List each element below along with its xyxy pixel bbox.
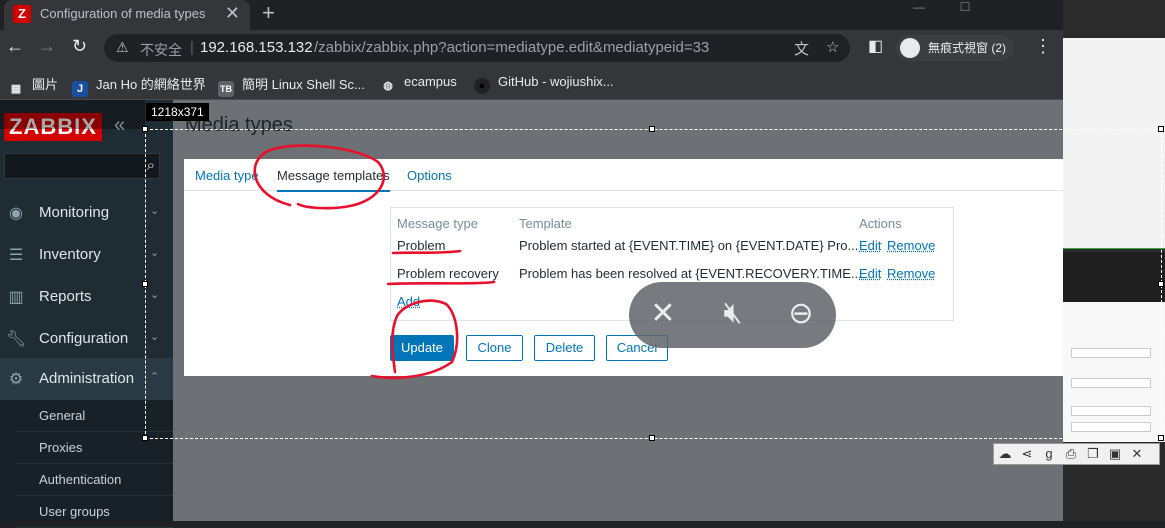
incognito-icon (900, 38, 920, 58)
snipping-toolbar: ☁ ⋖ g ⎙ ❐ ▣ ✕ (993, 443, 1160, 465)
browser-tab-bar: Z Configuration of media types ✕ + — ☐ (0, 0, 1063, 30)
unpin-icon[interactable]: ✕ (643, 296, 683, 331)
resize-handle[interactable] (1158, 126, 1164, 132)
menu-label: Inventory (39, 246, 101, 263)
bookmark-label: 圖片 (32, 77, 59, 92)
insecure-label: 不安全 (140, 42, 182, 58)
close-icon[interactable]: ✕ (1126, 444, 1148, 464)
github-icon: ● (474, 78, 490, 94)
bookmark-label: GitHub - wojiushix... (498, 74, 614, 89)
bookmark-item[interactable]: J Jan Ho 的網絡世界 (72, 74, 206, 97)
eye-icon: ◉ (9, 205, 23, 222)
chart-icon: ▥ (8, 289, 24, 306)
zabbix-favicon-icon: Z (13, 5, 31, 23)
reload-icon[interactable]: ↻ (72, 36, 87, 57)
maximize-icon[interactable]: ☐ (942, 0, 988, 14)
mute-icon[interactable]: 🔇︎ (713, 296, 753, 330)
url-path: /zabbix/zabbix.php?action=mediatype.edit… (314, 39, 710, 56)
menu-label: Reports (39, 288, 92, 305)
sidebar-search-input[interactable]: ⌕ (4, 153, 160, 179)
grid-icon: ▦ (10, 83, 22, 95)
wrench-icon: 🔧︎ (6, 331, 27, 348)
menu-label: Monitoring (39, 204, 110, 221)
resize-handle[interactable] (142, 126, 148, 132)
resize-handle[interactable] (649, 435, 655, 441)
tab-title: Configuration of media types (40, 6, 206, 21)
bookmark-item[interactable]: ◍ ecampus (380, 74, 457, 94)
print-icon[interactable]: ⎙ (1060, 444, 1082, 464)
tb-site-icon: TB (218, 81, 234, 97)
separator: | (190, 39, 194, 56)
bookmark-star-icon[interactable]: ☆ (826, 38, 839, 56)
bookmark-item[interactable]: ● GitHub - wojiushix... (474, 74, 614, 94)
back-icon[interactable]: ← (6, 36, 24, 57)
translate-icon[interactable]: 文 (794, 38, 809, 59)
window-controls: — ☐ (896, 0, 1056, 14)
resize-handle[interactable] (649, 126, 655, 132)
bookmark-label: 簡明 Linux Shell Sc... (242, 77, 365, 92)
minimize-icon[interactable]: — (896, 0, 942, 14)
resize-handle[interactable] (1158, 281, 1164, 287)
browser-tab[interactable]: Z Configuration of media types ✕ (4, 0, 250, 30)
cloud-upload-icon[interactable]: ☁ (994, 444, 1016, 464)
media-control-pill: ✕ 🔇︎ ⊖ (629, 282, 836, 348)
google-icon[interactable]: g (1038, 444, 1060, 464)
bookmarks-bar: ▦ 圖片 J Jan Ho 的網絡世界 TB 簡明 Linux Shell Sc...… (0, 66, 1063, 100)
menu-kebab-icon[interactable]: ⋮ (1034, 36, 1052, 57)
resize-handle[interactable] (142, 435, 148, 441)
list-icon: ☰ (8, 247, 24, 264)
menu-label: Configuration (39, 330, 129, 347)
submenu-user-groups[interactable]: User groups (15, 496, 173, 528)
url-host: 192.168.153.132 (200, 39, 313, 56)
incognito-badge[interactable]: 無痕式視窗 (2) (896, 35, 1015, 61)
save-icon[interactable]: ▣ (1104, 444, 1126, 464)
warning-icon: ⚠ (116, 39, 129, 55)
bookmark-label: Jan Ho 的網絡世界 (96, 77, 206, 92)
menu-label: Administration (39, 370, 135, 387)
j-site-icon: J (72, 81, 88, 97)
sidepanel-icon[interactable]: ◧ (868, 36, 883, 56)
minus-circle-icon[interactable]: ⊖ (781, 296, 821, 331)
incognito-label: 無痕式視窗 (2) (928, 41, 1007, 55)
browser-toolbar: ← → ↻ ⚠ 不安全 | 192.168.153.132 /zabbix/za… (0, 30, 1063, 66)
forward-icon[interactable]: → (38, 36, 56, 57)
resize-handle[interactable] (142, 281, 148, 287)
copy-icon[interactable]: ❐ (1082, 444, 1104, 464)
close-tab-icon[interactable]: ✕ (225, 3, 240, 24)
globe-icon: ◍ (383, 80, 393, 92)
shade (0, 100, 145, 129)
bookmark-item[interactable]: TB 簡明 Linux Shell Sc... (218, 74, 365, 97)
bookmark-label: ecampus (404, 74, 457, 89)
submenu-authentication[interactable]: Authentication (15, 464, 173, 496)
share-icon[interactable]: ⋖ (1016, 444, 1038, 464)
selection-size-label: 1218x371 (146, 103, 209, 121)
resize-handle[interactable] (1158, 435, 1164, 441)
address-bar[interactable]: ⚠ 不安全 | 192.168.153.132 /zabbix/zabbix.p… (104, 34, 850, 62)
gear-icon: ⚙ (8, 371, 24, 388)
new-tab-button[interactable]: + (262, 0, 275, 26)
bookmark-item[interactable]: ▦ 圖片 (8, 74, 58, 97)
